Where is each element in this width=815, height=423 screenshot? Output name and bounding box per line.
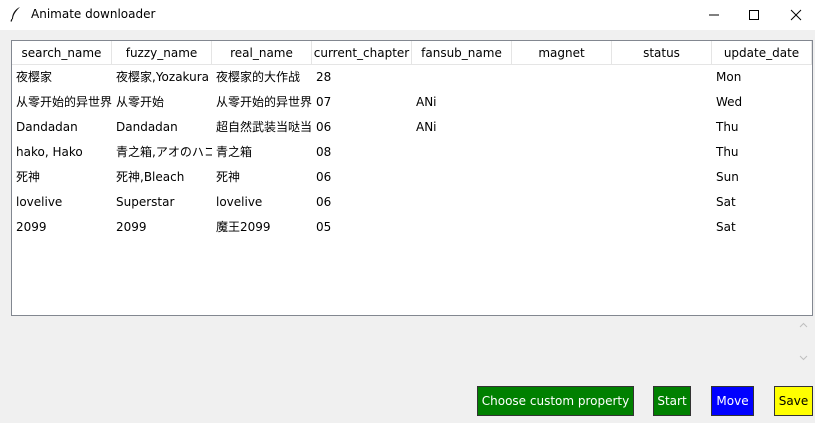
table-row[interactable]: 从零开始的异世界 从零开始 从零开始的异世界 07 ANi Wed bbox=[12, 90, 812, 115]
title-bar: Animate downloader bbox=[0, 0, 815, 30]
column-header-current-chapter[interactable]: current_chapter bbox=[312, 41, 412, 65]
cell-search-name: 2099 bbox=[16, 220, 47, 234]
cell-real-name: 超自然武装当哒当 bbox=[216, 120, 312, 134]
save-button[interactable]: Save bbox=[774, 386, 813, 416]
cell-real-name: lovelive bbox=[216, 195, 263, 209]
cell-status bbox=[612, 215, 712, 240]
table-body: 夜樱家 夜樱家,Yozakura 夜樱家的大作战 28 Mon 从零开始的异世界… bbox=[12, 65, 812, 240]
cell-magnet bbox=[512, 90, 612, 115]
cell-magnet bbox=[512, 165, 612, 190]
cell-fuzzy-name: Superstar bbox=[116, 195, 175, 209]
scroll-up-button[interactable] bbox=[795, 316, 812, 333]
cell-update-date: Thu bbox=[716, 145, 739, 159]
cell-real-name: 青之箱 bbox=[216, 145, 253, 159]
column-header-update-date[interactable]: update_date bbox=[712, 41, 812, 65]
cell-current-chapter: 28 bbox=[316, 70, 332, 84]
cell-fuzzy-name: 夜樱家,Yozakura bbox=[116, 70, 210, 84]
cell-search-name: 夜樱家 bbox=[16, 70, 53, 84]
maximize-button[interactable] bbox=[734, 0, 774, 30]
cell-update-date: Sun bbox=[716, 170, 739, 184]
cell-status bbox=[612, 65, 712, 90]
table-row[interactable]: 死神 死神,Bleach 死神 06 Sun bbox=[12, 165, 812, 190]
cell-fansub-name bbox=[412, 190, 512, 215]
table-row[interactable]: hako, Hako 青之箱,アオのハコ 青之箱 08 Thu bbox=[12, 140, 812, 165]
chevron-down-icon bbox=[799, 355, 808, 360]
minimize-button[interactable] bbox=[694, 0, 734, 30]
cell-fansub-name bbox=[412, 215, 512, 240]
cell-fuzzy-name: 死神,Bleach bbox=[116, 170, 185, 184]
cell-status bbox=[612, 115, 712, 140]
table-row[interactable]: lovelive Superstar lovelive 06 Sat bbox=[12, 190, 812, 215]
cell-fuzzy-name: 2099 bbox=[116, 220, 147, 234]
close-button[interactable] bbox=[776, 0, 815, 30]
close-icon bbox=[790, 9, 802, 21]
move-button[interactable]: Move bbox=[711, 386, 754, 416]
column-header-real-name[interactable]: real_name bbox=[212, 41, 312, 65]
cell-update-date: Wed bbox=[716, 95, 743, 109]
cell-status bbox=[612, 140, 712, 165]
cell-fansub-name: ANi bbox=[416, 120, 437, 134]
cell-current-chapter: 07 bbox=[316, 95, 332, 109]
table-header: search_name fuzzy_name real_name current… bbox=[12, 41, 812, 65]
column-header-status[interactable]: status bbox=[612, 41, 712, 65]
minimize-icon bbox=[709, 14, 719, 16]
cell-fansub-name bbox=[412, 165, 512, 190]
cell-update-date: Sat bbox=[716, 220, 736, 234]
cell-real-name: 魔王2099 bbox=[216, 220, 271, 234]
cell-status bbox=[612, 190, 712, 215]
cell-magnet bbox=[512, 65, 612, 90]
feather-icon bbox=[9, 6, 23, 22]
cell-update-date: Sat bbox=[716, 195, 736, 209]
cell-search-name: hako, Hako bbox=[16, 145, 83, 159]
column-header-search-name[interactable]: search_name bbox=[12, 41, 112, 65]
vertical-scrollbar[interactable] bbox=[795, 316, 812, 366]
cell-current-chapter: 06 bbox=[316, 170, 332, 184]
table-row[interactable]: 2099 2099 魔王2099 05 Sat bbox=[12, 215, 812, 240]
cell-status bbox=[612, 90, 712, 115]
cell-search-name: lovelive bbox=[16, 195, 63, 209]
cell-current-chapter: 05 bbox=[316, 220, 332, 234]
column-header-magnet[interactable]: magnet bbox=[512, 41, 612, 65]
anime-table[interactable]: search_name fuzzy_name real_name current… bbox=[11, 40, 813, 316]
cell-real-name: 死神 bbox=[216, 170, 241, 184]
cell-current-chapter: 06 bbox=[316, 120, 332, 134]
cell-search-name: 死神 bbox=[16, 170, 41, 184]
cell-fuzzy-name: 从零开始 bbox=[116, 95, 165, 109]
cell-update-date: Mon bbox=[716, 70, 742, 84]
cell-real-name: 从零开始的异世界 bbox=[216, 95, 312, 109]
table-row[interactable]: Dandadan Dandadan 超自然武装当哒当 06 ANi Thu bbox=[12, 115, 812, 140]
window-title: Animate downloader bbox=[31, 7, 156, 21]
cell-magnet bbox=[512, 140, 612, 165]
cell-fansub-name: ANi bbox=[416, 95, 437, 109]
cell-magnet bbox=[512, 215, 612, 240]
cell-status bbox=[612, 165, 712, 190]
cell-magnet bbox=[512, 115, 612, 140]
cell-fuzzy-name: Dandadan bbox=[116, 120, 178, 134]
column-header-fansub-name[interactable]: fansub_name bbox=[412, 41, 512, 65]
maximize-icon bbox=[749, 10, 759, 20]
cell-fansub-name bbox=[412, 65, 512, 90]
cell-update-date: Thu bbox=[716, 120, 739, 134]
cell-search-name: Dandadan bbox=[16, 120, 78, 134]
column-header-fuzzy-name[interactable]: fuzzy_name bbox=[112, 41, 212, 65]
start-button[interactable]: Start bbox=[653, 386, 691, 416]
cell-current-chapter: 08 bbox=[316, 145, 332, 159]
table-row[interactable]: 夜樱家 夜樱家,Yozakura 夜樱家的大作战 28 Mon bbox=[12, 65, 812, 90]
cell-real-name: 夜樱家的大作战 bbox=[216, 70, 301, 84]
scroll-down-button[interactable] bbox=[795, 349, 812, 366]
cell-current-chapter: 06 bbox=[316, 195, 332, 209]
choose-custom-property-button[interactable]: Choose custom property bbox=[477, 386, 634, 416]
cell-search-name: 从零开始的异世界 bbox=[16, 95, 112, 109]
cell-magnet bbox=[512, 190, 612, 215]
chevron-up-icon bbox=[799, 322, 808, 327]
cell-fuzzy-name: 青之箱,アオのハコ bbox=[116, 145, 212, 159]
cell-fansub-name bbox=[412, 140, 512, 165]
